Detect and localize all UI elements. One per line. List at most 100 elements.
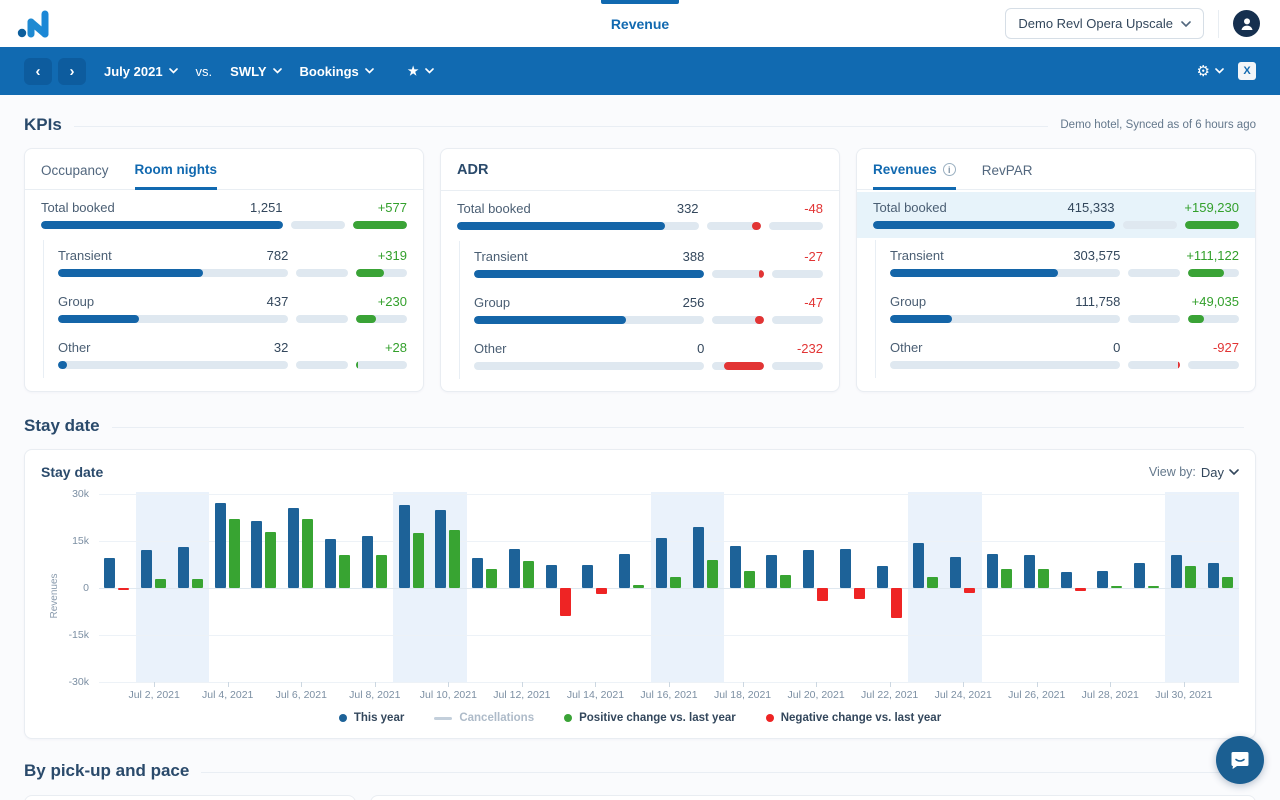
- bar-positive: [141, 550, 152, 588]
- tab-occupancy[interactable]: Occupancy: [41, 162, 109, 189]
- legend-item[interactable]: Positive change vs. last year: [564, 712, 736, 724]
- vs-label: vs.: [196, 64, 213, 79]
- bar-group[interactable]: [246, 494, 283, 682]
- kpi-row[interactable]: Other0-232: [474, 333, 823, 379]
- excel-export-icon[interactable]: X: [1238, 62, 1256, 80]
- bar-group[interactable]: [982, 494, 1019, 682]
- kpi-row-value: 388: [683, 249, 705, 264]
- tab-room-nights[interactable]: Room nights: [135, 162, 218, 190]
- bar-group[interactable]: [136, 494, 173, 682]
- x-tick: [743, 682, 744, 687]
- kpi-row[interactable]: Group256-47: [474, 287, 823, 333]
- bar-positive: [265, 532, 276, 588]
- bar-group[interactable]: [540, 494, 577, 682]
- bar-group[interactable]: [356, 494, 393, 682]
- chat-launcher-button[interactable]: [1216, 736, 1264, 784]
- bar-group[interactable]: [209, 494, 246, 682]
- kpi-row[interactable]: Other32+28: [58, 332, 407, 378]
- bar-chart: Revenues 30k15k0-15k-30k: [41, 494, 1239, 682]
- bar-group[interactable]: [430, 494, 467, 682]
- kpi-row-value: 782: [267, 248, 289, 263]
- kpi-row[interactable]: Group111,758+49,035: [890, 286, 1239, 332]
- legend-item[interactable]: Cancellations: [434, 712, 534, 724]
- gear-icon: ⚙: [1197, 64, 1210, 79]
- settings-dropdown[interactable]: ⚙: [1197, 64, 1224, 79]
- kpi-row[interactable]: Other0-927: [890, 332, 1239, 378]
- kpi-row[interactable]: Total booked332-48: [457, 193, 823, 239]
- tab-revpar[interactable]: RevPAR: [982, 162, 1033, 189]
- legend-dot-icon: [766, 714, 774, 722]
- bar-group[interactable]: [651, 494, 688, 682]
- kpi-row[interactable]: Transient782+319: [58, 240, 407, 286]
- bar-group[interactable]: [320, 494, 357, 682]
- bar-group[interactable]: [504, 494, 541, 682]
- bar-group[interactable]: [614, 494, 651, 682]
- bar-group[interactable]: [99, 494, 136, 682]
- kpi-bar-negative: [712, 316, 763, 324]
- x-tick-label: Jul 12, 2021: [493, 689, 550, 701]
- sync-status-text: Demo hotel, Synced as of 6 hours ago: [1060, 119, 1256, 131]
- kpi-bar-main: [474, 270, 704, 278]
- kpi-row[interactable]: Total booked415,333+159,230: [857, 192, 1255, 238]
- bar-positive: [1111, 586, 1122, 588]
- kpi-bar-positive: [772, 316, 823, 324]
- bar-positive: [215, 503, 226, 588]
- bar-group[interactable]: [393, 494, 430, 682]
- kpi-bar-negative: [296, 361, 347, 369]
- bar-group[interactable]: [1092, 494, 1129, 682]
- bar-group[interactable]: [908, 494, 945, 682]
- kpi-bar-negative: [1128, 269, 1179, 277]
- metric-dropdown[interactable]: Bookings: [300, 64, 374, 79]
- bar-group[interactable]: [1055, 494, 1092, 682]
- bar-group[interactable]: [724, 494, 761, 682]
- legend-item[interactable]: This year: [339, 712, 405, 724]
- bar-group[interactable]: [1129, 494, 1166, 682]
- bar-group[interactable]: [945, 494, 982, 682]
- kpi-bar-main: [474, 362, 704, 370]
- legend-dot-icon: [564, 714, 572, 722]
- bar-group[interactable]: [1165, 494, 1202, 682]
- bar-positive: [509, 549, 520, 588]
- kpi-row[interactable]: Group437+230: [58, 286, 407, 332]
- kpi-row[interactable]: Total booked1,251+577: [41, 192, 407, 238]
- bar-group[interactable]: [467, 494, 504, 682]
- legend-item[interactable]: Negative change vs. last year: [766, 712, 941, 724]
- bar-group[interactable]: [798, 494, 835, 682]
- period-dropdown[interactable]: July 2021: [104, 64, 178, 79]
- kpi-row-label: Total booked: [873, 200, 947, 215]
- bar-positive: [927, 577, 938, 588]
- kpi-bar-negative: [712, 270, 763, 278]
- bar-group[interactable]: [283, 494, 320, 682]
- tab-revenues[interactable]: Revenuesi: [873, 162, 956, 190]
- app-logo-icon[interactable]: [16, 7, 56, 41]
- kpi-row-change: +319: [288, 248, 407, 263]
- bar-group[interactable]: [871, 494, 908, 682]
- hotel-selector[interactable]: Demo Revl Opera Upscale: [1005, 8, 1204, 39]
- kpi-row-value: 415,333: [1068, 200, 1115, 215]
- kpi-row-value: 303,575: [1073, 248, 1120, 263]
- bar-group[interactable]: [1202, 494, 1239, 682]
- next-period-button[interactable]: ›: [58, 58, 86, 85]
- compare-dropdown[interactable]: SWLY: [230, 64, 281, 79]
- bar-group[interactable]: [1018, 494, 1055, 682]
- x-tick-label: Jul 26, 2021: [1008, 689, 1065, 701]
- bar-group[interactable]: [761, 494, 798, 682]
- bar-group[interactable]: [834, 494, 871, 682]
- user-avatar[interactable]: [1233, 10, 1260, 37]
- kpi-bar-main: [890, 361, 1120, 369]
- kpi-row[interactable]: Transient303,575+111,122: [890, 240, 1239, 286]
- view-by-dropdown[interactable]: View by: Day: [1149, 465, 1239, 480]
- kpi-cards: Occupancy Room nightsTotal booked1,251+57…: [24, 148, 1256, 392]
- metric-value: Bookings: [300, 64, 359, 79]
- bar-group[interactable]: [687, 494, 724, 682]
- prev-period-button[interactable]: ‹: [24, 58, 52, 85]
- bar-group[interactable]: [577, 494, 614, 682]
- bar-group[interactable]: [173, 494, 210, 682]
- kpi-card: Occupancy Room nightsTotal booked1,251+57…: [24, 148, 424, 392]
- bar-positive: [950, 557, 961, 588]
- tab-revenue[interactable]: Revenue: [597, 0, 683, 47]
- kpi-row[interactable]: Transient388-27: [474, 241, 823, 287]
- favorites-dropdown[interactable]: ★: [408, 64, 434, 78]
- info-icon[interactable]: i: [943, 163, 956, 176]
- x-tick-label: Jul 4, 2021: [202, 689, 253, 701]
